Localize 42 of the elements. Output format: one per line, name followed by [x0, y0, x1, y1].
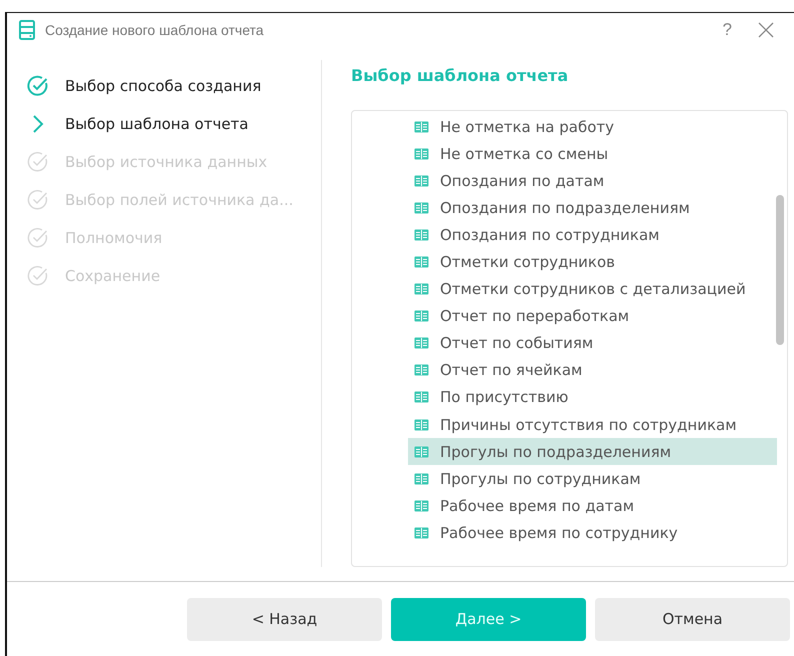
scrollbar-thumb[interactable] [776, 195, 784, 345]
step-label: Выбор шаблона отчета [65, 115, 248, 133]
section-heading: Выбор шаблона отчета [351, 66, 570, 85]
server-icon [19, 20, 35, 40]
template-item[interactable]: Прогулы по сотрудникам [408, 465, 777, 492]
template-item[interactable]: Отчет по событиям [408, 330, 777, 357]
window-title: Создание нового шаблона отчета [45, 22, 265, 38]
close-icon [758, 22, 774, 38]
template-item[interactable]: Не отметка со смены [408, 140, 777, 168]
book-icon [414, 472, 429, 485]
book-icon [414, 256, 429, 268]
book-icon [414, 228, 429, 241]
book-icon [414, 418, 429, 431]
cancel-button[interactable]: Отмена [595, 598, 790, 640]
template-item[interactable]: Отчет по ячейкам [408, 356, 777, 384]
book-icon [414, 500, 429, 512]
book-icon [414, 337, 429, 350]
back-button[interactable]: < Назад [187, 598, 382, 640]
template-item[interactable]: Рабочее время по датам [408, 492, 777, 520]
template-item[interactable]: Опоздания по подразделениям [408, 194, 777, 222]
template-item[interactable]: Опоздания по сотрудникам [408, 221, 777, 248]
book-icon [414, 364, 429, 376]
template-item[interactable]: Рабочее время по сотруднику [408, 519, 777, 546]
template-item[interactable]: Прогулы по подразделениям [408, 438, 777, 466]
template-item[interactable]: Отчет по переработкам [408, 302, 777, 330]
help-button[interactable]: ? [714, 20, 740, 40]
template-item[interactable]: Отметки сотрудников с детализацией [408, 276, 777, 303]
book-icon [414, 283, 429, 296]
book-icon [414, 391, 429, 404]
template-item[interactable]: Не отметка на работу [408, 113, 777, 140]
template-item[interactable]: Отметки сотрудников [408, 248, 777, 276]
book-icon [414, 148, 429, 160]
book-icon [414, 310, 429, 322]
book-icon [414, 526, 429, 539]
book-icon [414, 120, 429, 133]
template-item[interactable]: Причины отсутствия по сотрудникам [408, 411, 777, 438]
book-icon [414, 202, 429, 214]
book-icon [414, 174, 429, 187]
template-item[interactable]: Опоздания по датам [408, 167, 777, 194]
template-item[interactable]: По присутствию [408, 384, 777, 412]
book-icon [414, 446, 429, 458]
step-label: Выбор способа создания [65, 77, 262, 95]
